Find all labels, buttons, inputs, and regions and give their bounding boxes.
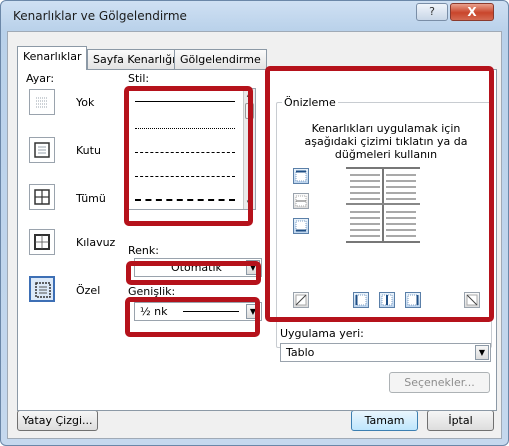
- scroll-up-icon[interactable]: ▲: [244, 89, 255, 100]
- preview-column-right: [384, 171, 418, 241]
- dialog-window: Kenarlıklar ve Gölgelendirme ? X Kenarlı…: [0, 0, 509, 446]
- dialog-title: Kenarlıklar ve Gölgelendirme: [13, 9, 187, 23]
- setting-custom-icon: [35, 282, 51, 298]
- setting-none-button[interactable]: [29, 89, 55, 115]
- cancel-button[interactable]: İptal: [427, 410, 494, 431]
- inside-vertical-border-icon: [381, 294, 393, 306]
- inside-vertical-border-button[interactable]: [379, 292, 395, 308]
- setting-all-label: Tümü: [76, 192, 106, 205]
- style-list-scrollbar[interactable]: ▲ ▼: [243, 89, 255, 209]
- help-button[interactable]: ?: [416, 3, 448, 21]
- setting-none-label: Yok: [76, 96, 95, 109]
- ok-button[interactable]: Tamam: [351, 410, 418, 431]
- bottom-border-icon: [295, 220, 307, 232]
- line-style-dash-dot[interactable]: [135, 199, 235, 201]
- diagonal-up-border-button[interactable]: [293, 292, 309, 308]
- top-border-button[interactable]: [293, 168, 309, 184]
- left-border-icon: [355, 294, 367, 306]
- width-sample-line: [183, 311, 239, 312]
- setting-custom-button[interactable]: [29, 276, 55, 302]
- tab-page-border[interactable]: Sayfa Kenarlığı: [87, 49, 182, 69]
- preview-column-left: [348, 171, 382, 241]
- diagonal-down-border-button[interactable]: [464, 292, 480, 308]
- scroll-thumb[interactable]: [245, 103, 254, 119]
- right-border-button[interactable]: [405, 292, 421, 308]
- preview-title: Önizleme: [282, 96, 338, 109]
- settings-label: Ayar:: [26, 72, 55, 85]
- tab-shading[interactable]: Gölgelendirme: [174, 49, 267, 69]
- right-border-icon: [407, 294, 419, 306]
- line-style-list[interactable]: ▲ ▼: [128, 88, 256, 210]
- left-border-button[interactable]: [353, 292, 369, 308]
- width-label: Genişlik:: [128, 285, 176, 298]
- apply-to-dropdown[interactable]: Tablo ▼: [280, 343, 491, 362]
- options-button[interactable]: Seçenekler...: [389, 372, 490, 393]
- width-dropdown[interactable]: ½ nk ▼: [134, 302, 262, 321]
- bottom-border-button[interactable]: [293, 218, 309, 234]
- top-border-icon: [295, 170, 307, 182]
- dialog-body: Kenarlıklar Sayfa Kenarlığı Gölgelendirm…: [7, 31, 502, 439]
- preview-hint: Kenarlıkları uygulamak için aşağıdaki çi…: [304, 122, 468, 161]
- setting-box-icon: [34, 142, 50, 158]
- inside-horizontal-border-button[interactable]: [293, 193, 309, 209]
- diagonal-up-icon: [295, 294, 307, 306]
- width-value: ½ nk: [140, 305, 168, 318]
- chevron-down-icon[interactable]: ▼: [246, 304, 260, 319]
- preview-middle-divider: [346, 203, 420, 205]
- chevron-down-icon[interactable]: ▼: [475, 345, 489, 360]
- setting-all-icon: [34, 189, 50, 205]
- setting-grid-label: Kılavuz: [76, 236, 116, 249]
- setting-box-button[interactable]: [29, 137, 55, 163]
- apply-to-label: Uygulama yeri:: [280, 327, 364, 340]
- close-button[interactable]: X: [450, 3, 494, 21]
- apply-to-value: Tablo: [286, 346, 315, 359]
- color-label: Renk:: [128, 244, 159, 257]
- line-style-dashed-small[interactable]: [135, 152, 235, 153]
- color-value: Otomatik: [171, 261, 222, 274]
- line-style-dotted[interactable]: [135, 128, 235, 129]
- table-preview-drawing[interactable]: [346, 167, 420, 243]
- setting-grid-icon: [34, 234, 50, 250]
- setting-custom-label: Özel: [76, 284, 101, 297]
- scroll-down-icon[interactable]: ▼: [244, 198, 255, 209]
- tab-borders[interactable]: Kenarlıklar: [17, 46, 88, 70]
- color-dropdown[interactable]: Otomatik ▼: [134, 258, 262, 277]
- title-bar[interactable]: Kenarlıklar ve Gölgelendirme ? X: [1, 1, 508, 31]
- inside-horizontal-border-icon: [295, 195, 307, 207]
- setting-all-button[interactable]: [29, 184, 55, 210]
- horizontal-line-button[interactable]: Yatay Çizgi...: [17, 410, 98, 431]
- diagonal-down-icon: [466, 294, 478, 306]
- style-label: Stil:: [128, 72, 150, 85]
- borders-tab-panel: Ayar: Yok Kutu Tümü Kılavuz Özel Stil: ▲…: [17, 69, 497, 411]
- setting-none-icon: [36, 97, 48, 108]
- line-style-solid[interactable]: [135, 101, 235, 102]
- setting-box-label: Kutu: [76, 144, 101, 157]
- setting-grid-button[interactable]: [29, 229, 55, 255]
- line-style-dashed[interactable]: [135, 176, 235, 177]
- chevron-down-icon[interactable]: ▼: [246, 260, 260, 275]
